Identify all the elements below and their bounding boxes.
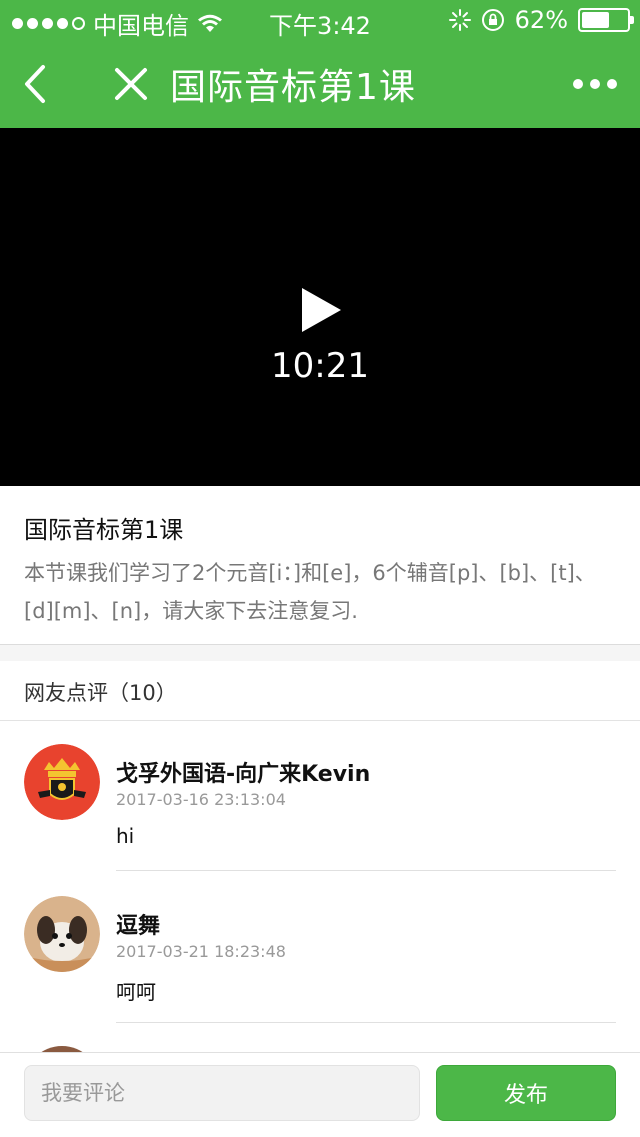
comments-count-label: 网友点评（10）: [24, 681, 177, 705]
video-player[interactable]: 10:21: [0, 128, 640, 486]
publish-button[interactable]: 发布: [436, 1065, 616, 1121]
comment-text: hi: [116, 824, 135, 848]
school-crest-avatar-icon: [24, 744, 100, 820]
close-icon: [115, 68, 147, 100]
page-title: 国际音标第1课: [170, 67, 416, 108]
status-right: 62%: [448, 6, 634, 34]
status-bar: 中国电信 下午3:42 62%: [0, 0, 640, 40]
lesson-description: 本节课我们学习了2个元音[i：]和[e]，6个辅音[p]、[b]、[t]、[d]…: [24, 561, 596, 623]
lesson-info: 国际音标第1课 本节课我们学习了2个元音[i：]和[e]，6个辅音[p]、[b]…: [0, 486, 640, 645]
more-icon: [573, 79, 617, 89]
comment-input[interactable]: [24, 1065, 420, 1121]
comment-item: 逗舞 2017-03-21 18:23:48 呵呵: [0, 872, 640, 1023]
comment-divider: [116, 1022, 616, 1023]
play-icon[interactable]: [299, 286, 343, 334]
comment-bar: 发布: [0, 1052, 640, 1137]
comment-time: 2017-03-21 18:23:48: [116, 942, 286, 961]
lesson-title: 国际音标第1课: [24, 516, 184, 544]
comment-author[interactable]: 逗舞: [116, 908, 160, 940]
more-button[interactable]: [560, 40, 630, 128]
chevron-left-icon: [25, 65, 45, 103]
avatar[interactable]: [24, 744, 100, 820]
comment-time: 2017-03-16 23:13:04: [116, 790, 286, 809]
loading-icon: [448, 9, 471, 31]
close-button[interactable]: [106, 40, 156, 128]
video-duration: 10:21: [271, 346, 369, 386]
top-bar: 中国电信 下午3:42 62% 国际音标第1课: [0, 0, 640, 128]
avatar[interactable]: [24, 896, 100, 972]
nav-bar: 国际音标第1课: [0, 40, 640, 128]
comments-header: 网友点评（10）: [0, 661, 640, 721]
section-divider: [0, 645, 640, 661]
comment-item: 戈孚外国语-向广来Kevin 2017-03-16 23:13:04 hi: [0, 720, 640, 871]
battery-percent: 62%: [514, 6, 568, 34]
comment-divider: [116, 870, 616, 871]
back-button[interactable]: [10, 40, 60, 128]
battery-icon: [578, 8, 634, 32]
comment-text: 呵呵: [116, 980, 156, 1004]
rotation-lock-icon: [481, 9, 504, 31]
puppy-avatar-icon: [24, 896, 100, 972]
comment-author[interactable]: 戈孚外国语-向广来Kevin: [116, 756, 370, 788]
